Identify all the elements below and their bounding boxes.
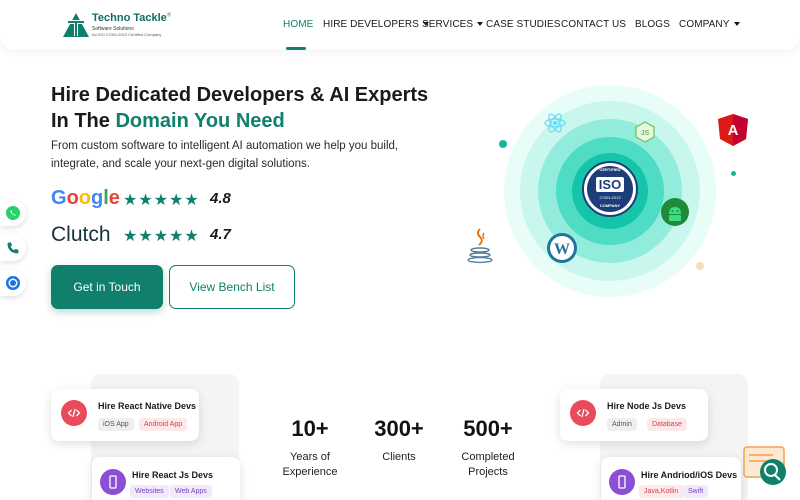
whatsapp-icon [6, 206, 20, 220]
skill-tag: Web Apps [170, 485, 212, 498]
hero-description: From custom software to intelligent AI a… [51, 140, 399, 170]
dev-card-title: Hire React Js Devs [132, 470, 214, 480]
stat-clients-value: 300+ [374, 416, 424, 441]
mobile-icon [100, 469, 126, 495]
stat-years-label: Years of Experience [282, 451, 338, 478]
logo-name: Techno Tackle® [92, 12, 172, 24]
whatsapp-button[interactable] [0, 200, 26, 226]
iso-badge: CERTIFIED ISO 27001:2013 COMPANY [582, 161, 638, 217]
dev-card-title: Hire React Native Devs [98, 401, 197, 411]
skill-tag: Android App [139, 418, 188, 431]
android-icon [661, 198, 689, 226]
decorative-dot [731, 171, 736, 176]
nav-services[interactable]: SERVICES [422, 19, 484, 30]
nav-home[interactable]: HOME [283, 19, 313, 30]
nav-case-studies[interactable]: CASE STUDIES [486, 19, 561, 30]
site-header: Techno Tackle® Software Solutions An ISO… [0, 0, 800, 50]
mobile-icon [609, 469, 635, 495]
svg-text:JS: JS [641, 130, 650, 137]
skill-tag: Java,Kotlin [639, 485, 684, 498]
logo-certification: An ISO 27001:2013 Certified Company [92, 32, 162, 37]
nav-hire-developers[interactable]: HIRE DEVELOPERS [323, 19, 429, 30]
nav-contact-us[interactable]: CONTACT US [561, 19, 626, 30]
skype-button[interactable] [0, 270, 26, 296]
clutch-logo: Clutch [51, 223, 111, 246]
hero-title: Hire Dedicated Developers & AI Experts I… [51, 84, 429, 132]
nav-company[interactable]: COMPANY [679, 19, 740, 30]
get-in-touch-button[interactable]: Get in Touch [51, 265, 163, 309]
java-icon [467, 228, 493, 264]
nav-blogs[interactable]: BLOGS [635, 19, 670, 30]
rating-value: 4.8 [210, 190, 231, 207]
star-rating-icons: ★★★★★ [123, 228, 200, 245]
chat-bubble-icon [6, 276, 20, 290]
google-letter: G [51, 187, 67, 209]
svg-text:A: A [728, 122, 739, 139]
stat-projects-value: 500+ [463, 416, 513, 441]
company-logo[interactable]: Techno Tackle® Software Solutions An ISO… [62, 10, 172, 42]
stat-projects-label: Completed Projects [461, 451, 515, 478]
code-icon [61, 400, 87, 426]
chat-support-icon[interactable] [743, 446, 791, 490]
dev-card-title: Hire Andriod/iOS Devs [641, 470, 738, 480]
phone-button[interactable] [0, 235, 26, 261]
decorative-dot [499, 140, 507, 148]
google-logo: Google [51, 187, 120, 209]
react-icon [544, 113, 566, 133]
skill-tag: Admin [607, 418, 637, 431]
view-bench-list-button[interactable]: View Bench List [169, 265, 295, 309]
skill-tag: Swift [683, 485, 709, 498]
nodejs-icon: JS [635, 121, 655, 143]
star-rating-icons: ★★★★★ [123, 192, 200, 209]
google-rating: Google ★★★★★ 4.8 [51, 187, 251, 213]
dev-card-react-native[interactable]: Hire React Native Devs iOS App Android A… [51, 389, 199, 441]
phone-icon [7, 242, 19, 254]
skill-tag: Database [647, 418, 687, 431]
angular-icon: A [718, 114, 748, 146]
chevron-down-icon [477, 22, 484, 26]
skill-tag: Websites [130, 485, 169, 498]
stat-clients-label: Clients [382, 451, 416, 463]
dev-card-title: Hire Node Js Devs [607, 401, 687, 411]
rating-value: 4.7 [210, 226, 231, 243]
skill-tag: iOS App [98, 418, 134, 431]
nav-active-indicator [286, 47, 306, 50]
stat-years-value: 10+ [291, 416, 329, 441]
svg-text:W: W [554, 241, 570, 258]
logo-mark-icon [63, 13, 89, 37]
dev-card-android-ios[interactable]: Hire Andriod/iOS Devs Java,Kotlin Swift [601, 457, 741, 500]
code-icon [570, 400, 596, 426]
wordpress-icon: W [547, 233, 577, 263]
dev-card-react-js[interactable]: Hire React Js Devs Websites Web Apps [92, 457, 240, 500]
decorative-dot [696, 262, 704, 270]
chevron-down-icon [733, 22, 740, 26]
dev-card-node-js[interactable]: Hire Node Js Devs Admin Database [560, 389, 708, 441]
clutch-rating: Clutch ★★★★★ 4.7 [51, 223, 251, 249]
